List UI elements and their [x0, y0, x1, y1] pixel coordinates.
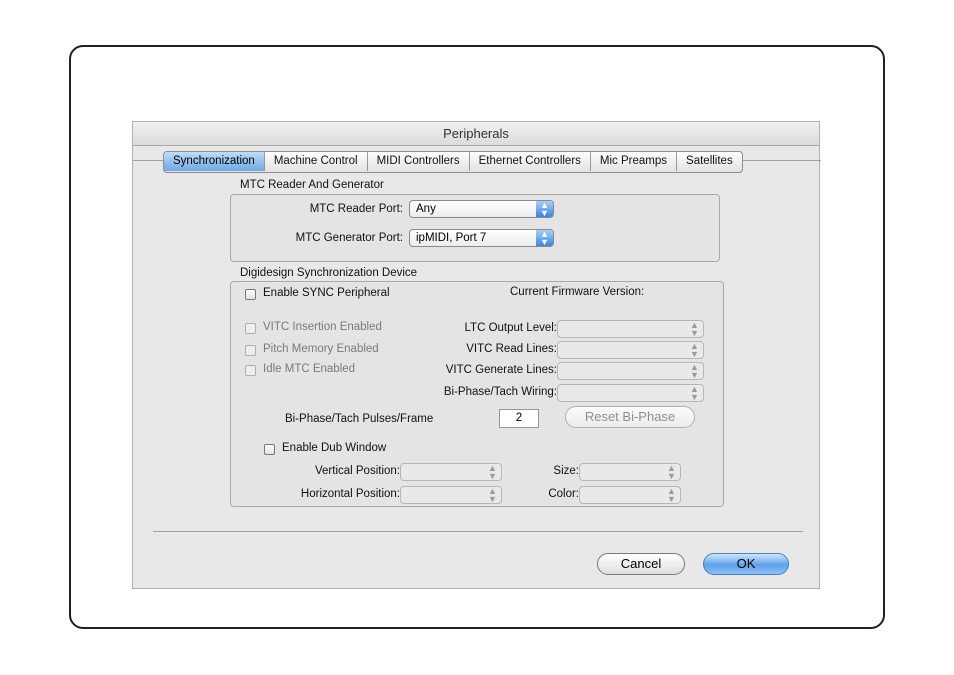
popup-arrows-icon: ▲ ▼: [690, 362, 699, 380]
popup-arrows-icon: ▲ ▼: [690, 341, 699, 359]
tab-machine-control[interactable]: Machine Control: [265, 152, 368, 171]
horizontal-position-select[interactable]: ▲ ▼: [400, 486, 502, 504]
enable-sync-label: Enable SYNC Peripheral: [263, 287, 390, 299]
popup-arrows-icon: ▲ ▼: [690, 320, 699, 338]
biphase-pulses-label: Bi-Phase/Tach Pulses/Frame: [285, 413, 434, 425]
popup-arrows-icon: ▲ ▼: [667, 463, 676, 481]
mtc-generator-port-value: ipMIDI, Port 7: [416, 232, 487, 244]
peripherals-dialog: Peripherals Synchronization Machine Cont…: [132, 121, 821, 589]
enable-dub-window-checkbox[interactable]: [264, 444, 275, 455]
vitc-generate-lines-select[interactable]: ▲ ▼: [557, 362, 704, 380]
mtc-generator-port-label: MTC Generator Port:: [295, 232, 403, 244]
size-label: Size:: [553, 465, 579, 477]
color-label: Color:: [548, 488, 579, 500]
tab-satellites[interactable]: Satellites: [677, 152, 742, 171]
mtc-reader-port-label: MTC Reader Port:: [309, 203, 403, 215]
window-title: Peripherals: [133, 122, 819, 146]
color-select[interactable]: ▲ ▼: [579, 486, 681, 504]
mtc-group-label: MTC Reader And Generator: [240, 179, 384, 191]
biphase-wiring-select[interactable]: ▲ ▼: [557, 384, 704, 402]
idle-mtc-label: Idle MTC Enabled: [263, 363, 356, 375]
popup-arrows-icon: ▲ ▼: [667, 486, 676, 504]
tab-midi-controllers[interactable]: MIDI Controllers: [368, 152, 470, 171]
popup-arrows-icon: ▲ ▼: [488, 463, 497, 481]
popup-arrows-icon: ▲ ▼: [536, 201, 553, 218]
vertical-position-select[interactable]: ▲ ▼: [400, 463, 502, 481]
popup-arrows-icon: ▲ ▼: [690, 384, 699, 402]
vitc-read-lines-select[interactable]: ▲ ▼: [557, 341, 704, 359]
tab-bar: Synchronization Machine Control MIDI Con…: [163, 151, 743, 173]
firmware-version-label: Current Firmware Version:: [510, 286, 645, 298]
mtc-reader-port-select[interactable]: Any ▲ ▼: [409, 200, 554, 218]
pitch-memory-label: Pitch Memory Enabled: [263, 343, 379, 355]
vertical-position-label: Vertical Position:: [314, 465, 400, 477]
pitch-memory-checkbox[interactable]: [245, 345, 256, 356]
ltc-output-level-select[interactable]: ▲ ▼: [557, 320, 704, 338]
ok-button[interactable]: OK: [703, 553, 789, 575]
mtc-generator-port-select[interactable]: ipMIDI, Port 7 ▲ ▼: [409, 229, 554, 247]
enable-dub-window-label: Enable Dub Window: [282, 442, 387, 454]
tab-ethernet-controllers[interactable]: Ethernet Controllers: [470, 152, 591, 171]
size-select[interactable]: ▲ ▼: [579, 463, 681, 481]
mtc-reader-port-value: Any: [416, 203, 436, 215]
reset-biphase-button[interactable]: Reset Bi-Phase: [565, 406, 695, 428]
vitc-generate-lines-label: VITC Generate Lines:: [445, 364, 557, 376]
horizontal-position-label: Horizontal Position:: [300, 488, 400, 500]
popup-arrows-icon: ▲ ▼: [488, 486, 497, 504]
biphase-wiring-label: Bi-Phase/Tach Wiring:: [443, 386, 557, 398]
biphase-pulses-field[interactable]: 2: [499, 409, 539, 428]
popup-arrows-icon: ▲ ▼: [536, 230, 553, 247]
tab-synchronization[interactable]: Synchronization: [164, 152, 265, 171]
enable-sync-checkbox[interactable]: [245, 289, 256, 300]
cancel-button[interactable]: Cancel: [597, 553, 685, 575]
footer-separator: [153, 531, 803, 532]
idle-mtc-checkbox[interactable]: [245, 365, 256, 376]
ltc-output-level-label: LTC Output Level:: [464, 322, 557, 334]
vitc-insertion-checkbox[interactable]: [245, 323, 256, 334]
vitc-insertion-label: VITC Insertion Enabled: [263, 321, 382, 333]
vitc-read-lines-label: VITC Read Lines:: [466, 343, 557, 355]
sync-device-group-label: Digidesign Synchronization Device: [240, 267, 418, 279]
tab-mic-preamps[interactable]: Mic Preamps: [591, 152, 678, 171]
